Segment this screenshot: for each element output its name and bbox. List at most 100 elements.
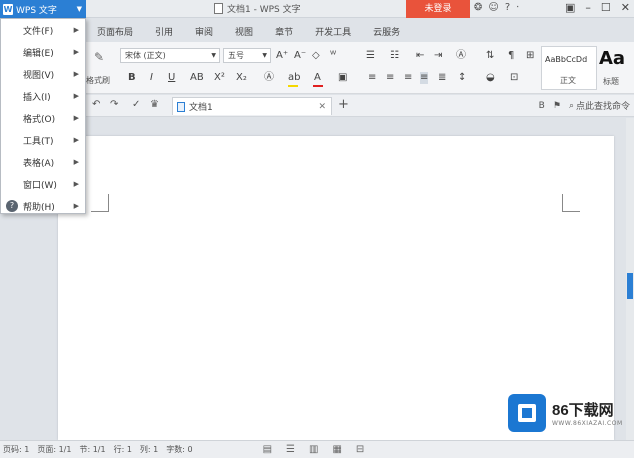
scrollbar-thumb[interactable] — [627, 273, 633, 299]
window-controls: ▣ – ☐ ✕ — [565, 1, 630, 14]
phonetic-icon[interactable]: ᵂ — [330, 50, 336, 62]
menu-item-label: 窗口(W) — [23, 180, 57, 191]
menu-item-format[interactable]: 格式(O) ▶ — [1, 107, 85, 129]
page-view-icon[interactable]: ▤ — [263, 444, 272, 455]
style-normal[interactable]: AaBbCcDd 正文 — [541, 46, 597, 90]
vertical-scrollbar[interactable] — [626, 118, 634, 440]
increase-indent-icon[interactable]: ⇥ — [434, 50, 442, 62]
tab-cloud-service[interactable]: 云服务 — [362, 25, 411, 38]
document-workspace — [0, 118, 634, 440]
skin-icon[interactable]: ❂ — [474, 2, 482, 13]
logo-inner-square — [522, 408, 532, 418]
close-icon[interactable]: ✕ — [318, 102, 326, 112]
numbering-icon[interactable]: ☷ — [390, 50, 399, 62]
format-brush-icon[interactable]: ✎ — [94, 50, 108, 64]
style-heading-name: 标题 — [603, 77, 619, 86]
watermark-domain: WWW.86XIAZAI.COM — [552, 420, 623, 427]
new-tab-plus-icon[interactable]: + — [338, 97, 349, 112]
status-row: 行: 1 — [113, 445, 132, 454]
justify-icon[interactable]: ≡ — [420, 72, 429, 84]
search-command[interactable]: ⌕ 点此查找命令 — [569, 99, 630, 113]
tab-view[interactable]: 视图 — [224, 25, 264, 38]
tab-references[interactable]: 引用 — [144, 25, 184, 38]
app-menu-label: WPS 文字 — [16, 5, 57, 16]
menu-item-edit[interactable]: 编辑(E) ▶ — [1, 41, 85, 63]
undo-icon[interactable]: ↶ — [92, 99, 100, 110]
read-view-icon[interactable]: ▦ — [332, 444, 341, 455]
more-icon[interactable]: ⋅ — [516, 2, 519, 13]
wps-logo-icon: W — [3, 3, 13, 15]
show-marks-icon[interactable]: ¶ — [508, 50, 514, 62]
restore-icon[interactable]: ▣ — [565, 1, 575, 14]
menu-item-label: 文件(F) — [23, 26, 54, 37]
char-shading-icon[interactable]: ▣ — [338, 72, 347, 84]
app-dropdown-menu: 文件(F) ▶ 编辑(E) ▶ 视图(V) ▶ 插入(I) ▶ 格式(O) ▶ … — [0, 18, 86, 214]
italic-icon[interactable]: I — [150, 72, 153, 84]
close-icon[interactable]: ✕ — [621, 1, 630, 14]
menu-item-label: 插入(I) — [23, 92, 51, 103]
highlight-icon[interactable]: ab — [288, 72, 300, 84]
feedback-icon[interactable]: ☺ — [488, 2, 498, 13]
crown-icon[interactable]: ♛ — [150, 99, 159, 110]
status-page-number: 页码: 1 — [3, 445, 30, 454]
text-effect-icon[interactable]: Ⓐ — [264, 72, 274, 84]
web-view-icon[interactable]: ▥ — [309, 444, 318, 455]
font-size-value: 五号 — [228, 51, 244, 60]
strikethrough-icon[interactable]: AB — [190, 72, 204, 84]
status-word-count[interactable]: 字数: 0 — [166, 444, 192, 455]
redo-icon[interactable]: ↷ — [110, 99, 118, 110]
wps-app-menu-button[interactable]: W WPS 文字 ▼ — [0, 0, 86, 18]
title-bar: 文档1 - WPS 文字 未登录 ❂ ☺ ? ⋅ ▣ – ☐ ✕ — [0, 0, 634, 18]
pin-icon[interactable]: ✓ — [132, 99, 140, 110]
menu-item-insert[interactable]: 插入(I) ▶ — [1, 85, 85, 107]
decrease-indent-icon[interactable]: ⇤ — [416, 50, 424, 62]
submenu-arrow-icon: ▶ — [73, 26, 79, 34]
submenu-arrow-icon: ▶ — [73, 114, 79, 122]
menu-item-label: 格式(O) — [23, 114, 56, 125]
format-brush-label[interactable]: 格式刷 — [86, 75, 110, 86]
align-left-icon[interactable]: ≡ — [368, 72, 376, 84]
tab-page-layout[interactable]: 页面布局 — [86, 25, 144, 38]
line-spacing-icon[interactable]: ↕ — [458, 72, 466, 84]
borders-icon[interactable]: ⊡ — [510, 72, 518, 84]
bold-icon[interactable]: B — [128, 72, 136, 84]
help-icon[interactable]: ? — [505, 2, 510, 13]
menu-item-table[interactable]: 表格(A) ▶ — [1, 151, 85, 173]
grow-font-icon[interactable]: A⁺ — [276, 50, 288, 62]
shrink-font-icon[interactable]: A⁻ — [294, 50, 306, 62]
menu-item-window[interactable]: 窗口(W) ▶ — [1, 173, 85, 195]
options-icon[interactable]: ⊞ — [526, 50, 534, 62]
subscript-icon[interactable]: X₂ — [236, 72, 247, 84]
doc-tab[interactable]: 文档1 ✕ — [172, 97, 332, 115]
tab-developer[interactable]: 开发工具 — [304, 25, 362, 38]
search-command-label: 点此查找命令 — [575, 102, 630, 112]
align-center-icon[interactable]: ≡ — [386, 72, 394, 84]
login-button[interactable]: 未登录 — [406, 0, 470, 18]
minimize-icon[interactable]: – — [585, 1, 591, 14]
font-color-icon[interactable]: A — [314, 72, 321, 84]
text-direction-icon[interactable]: Ⓐ — [456, 50, 466, 62]
flag-icon[interactable]: ⚑ — [553, 101, 561, 111]
maximize-icon[interactable]: ☐ — [601, 1, 611, 14]
menu-item-file[interactable]: 文件(F) ▶ — [1, 19, 85, 41]
bullets-icon[interactable]: ☰ — [366, 50, 375, 62]
tab-chapter[interactable]: 章节 — [264, 25, 304, 38]
underline-icon[interactable]: U — [168, 72, 175, 84]
menu-item-view[interactable]: 视图(V) ▶ — [1, 63, 85, 85]
shading-icon[interactable]: ◒ — [486, 72, 495, 84]
sort-icon[interactable]: ⇅ — [486, 50, 494, 62]
menu-item-tools[interactable]: 工具(T) ▶ — [1, 129, 85, 151]
menu-item-help[interactable]: ? 帮助(H) ▶ — [1, 195, 85, 217]
outline-view-icon[interactable]: ☰ — [286, 444, 295, 455]
distribute-icon[interactable]: ≣ — [438, 72, 446, 84]
bold-b-icon[interactable]: B — [539, 101, 545, 111]
superscript-icon[interactable]: X² — [214, 72, 225, 84]
clear-format-icon[interactable]: ◇ — [312, 50, 320, 62]
font-name-select[interactable]: 宋体 (正文) ▼ — [120, 48, 220, 63]
style-heading[interactable]: Aa 标题 — [597, 46, 634, 90]
window-title: 文档1 - WPS 文字 — [214, 2, 301, 15]
tab-review[interactable]: 审阅 — [184, 25, 224, 38]
align-right-icon[interactable]: ≡ — [404, 72, 412, 84]
zoom-icon[interactable]: ⊟ — [356, 444, 364, 455]
font-size-select[interactable]: 五号 ▼ — [223, 48, 271, 63]
